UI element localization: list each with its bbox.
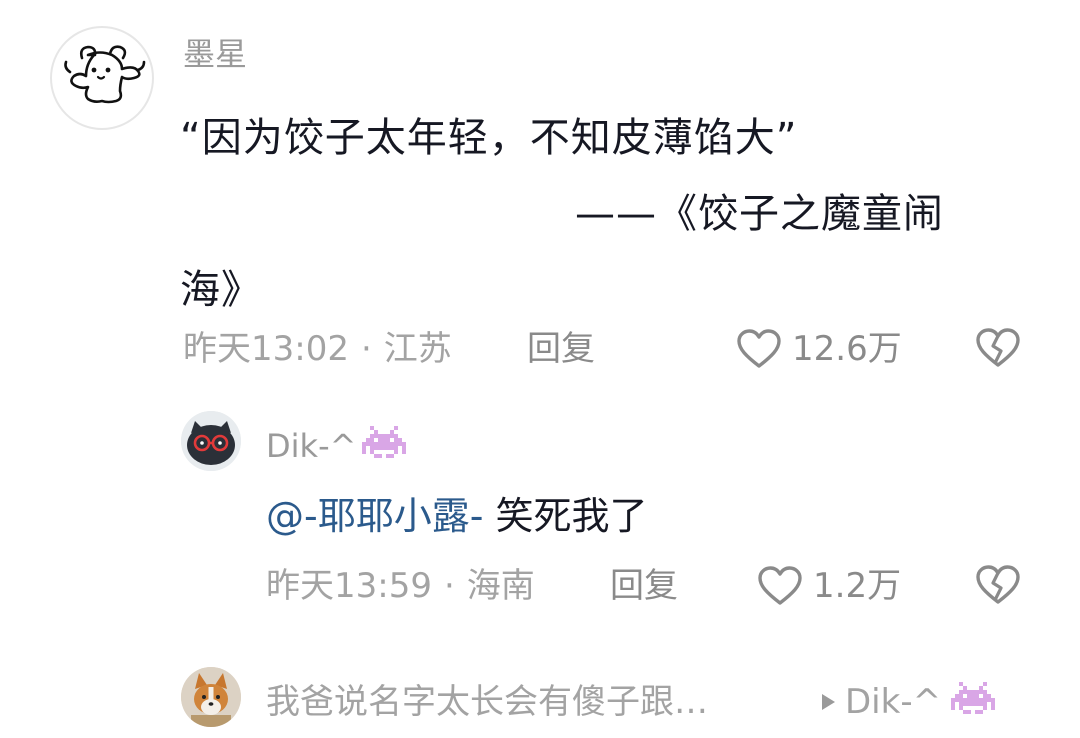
heart-icon <box>737 329 781 368</box>
comment-meta: 昨天13:02 · 江苏 <box>183 325 452 373</box>
corgi-avatar-icon <box>181 667 241 727</box>
reply-username[interactable]: Dik-^ <box>266 424 356 468</box>
collapsed-reply-avatar[interactable] <box>181 667 241 727</box>
broken-heart-icon <box>976 328 1020 367</box>
comment-username[interactable]: 墨星 <box>183 32 247 76</box>
reply-like-button[interactable]: 1.2万 <box>757 562 901 610</box>
reply-dislike-button[interactable] <box>975 564 1021 606</box>
comment-body: “因为饺子太年轻，不知皮薄馅大” ——《饺子之魔童闹 海》 <box>180 100 990 328</box>
cat-glasses-avatar-icon <box>181 411 241 471</box>
heart-icon <box>758 566 802 605</box>
space-invader-badge-icon <box>362 426 407 458</box>
reply-location: 海南 <box>466 566 535 606</box>
reply-username-row: Dik-^ <box>266 424 407 468</box>
comment-body-line: “因为饺子太年轻，不知皮薄馅大” <box>180 115 798 161</box>
comment-attribution: ——《饺子之魔童闹 <box>575 191 944 237</box>
broken-heart-icon <box>976 565 1020 604</box>
reply-body: @-耶耶小露- 笑死我了 <box>266 490 648 542</box>
reply-button[interactable]: 回复 <box>527 325 595 373</box>
comment-attribution-end: 海》 <box>180 267 262 313</box>
mention-link[interactable]: @-耶耶小露- <box>266 494 483 538</box>
play-triangle-icon <box>822 694 835 710</box>
comment-time: 昨天13:02 <box>183 329 349 369</box>
reply-avatar[interactable] <box>181 411 241 471</box>
space-invader-badge-icon <box>951 682 996 714</box>
dislike-button[interactable] <box>975 327 1021 369</box>
comment-location: 江苏 <box>383 329 452 369</box>
reply-text: 笑死我了 <box>483 494 648 538</box>
reply-reply-button[interactable]: 回复 <box>610 562 678 610</box>
like-count: 12.6万 <box>792 329 902 369</box>
reply-time: 昨天13:59 <box>266 566 432 606</box>
collapsed-reply-target[interactable]: Dik-^ <box>822 678 996 726</box>
reply-like-count: 1.2万 <box>813 566 902 606</box>
collapsed-reply-target-name: Dik-^ <box>845 682 942 722</box>
collapsed-reply-text[interactable]: 我爸说名字太长会有傻子跟… <box>266 678 708 726</box>
reply-meta: 昨天13:59 · 海南 <box>266 562 535 610</box>
meta-separator: · <box>443 566 455 606</box>
meta-separator: · <box>360 329 372 369</box>
like-button[interactable]: 12.6万 <box>736 325 902 373</box>
avatar[interactable] <box>50 26 154 130</box>
bear-avatar-icon <box>64 45 146 104</box>
